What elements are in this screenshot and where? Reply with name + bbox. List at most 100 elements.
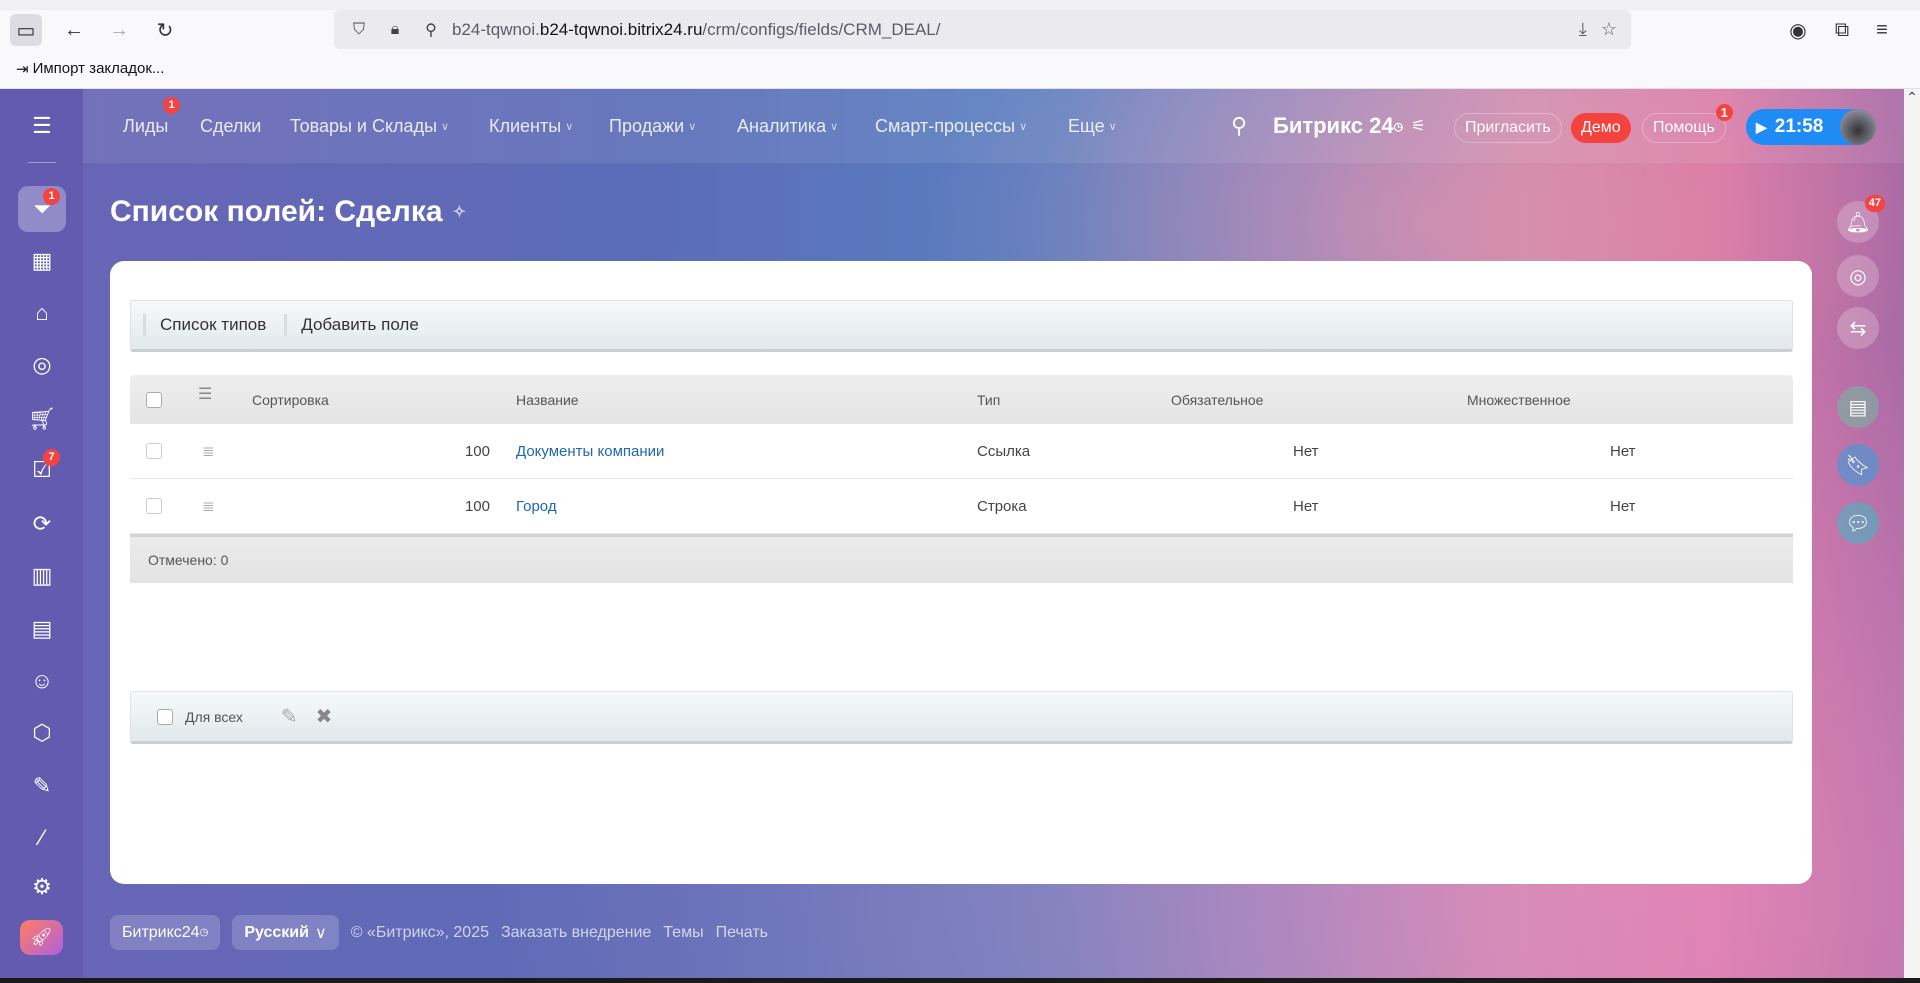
- top-nav: Лиды 1 Сделки Товары и Склады ∨ Клиенты ∨ П…: [83, 89, 1904, 163]
- menu-icon[interactable]: ≡: [1866, 14, 1898, 46]
- import-icon: ⇥: [16, 60, 29, 78]
- for-all-checkbox[interactable]: [157, 708, 173, 725]
- warehouse-icon[interactable]: ⌂: [18, 290, 66, 336]
- robot-icon[interactable]: ☺: [18, 658, 66, 704]
- nav-clients[interactable]: Клиенты ∨: [489, 89, 573, 163]
- help-button[interactable]: Помощь 1: [1642, 104, 1733, 143]
- bell-icon[interactable]: 🔔︎ 47: [1837, 195, 1885, 243]
- notifications-badge: 47: [1864, 195, 1885, 212]
- column-settings-icon[interactable]: ☰: [198, 369, 212, 418]
- grid-header: ☰ Сортировка Название Тип Обязательное М…: [130, 375, 1793, 424]
- calendar-icon[interactable]: ▦: [18, 238, 66, 284]
- nav-products[interactable]: Товары и Склады ∨: [290, 89, 449, 163]
- copilot-icon[interactable]: ◎: [1837, 255, 1879, 297]
- rocket-icon[interactable]: 🚀︎: [20, 920, 63, 955]
- row-checkbox[interactable]: [146, 443, 162, 459]
- edit-icon[interactable]: ✎: [281, 704, 298, 729]
- chevron-down-icon: ∨: [1108, 120, 1117, 133]
- content-card: Список типов Добавить поле ☰ Сортировка …: [110, 261, 1812, 884]
- row-menu-icon[interactable]: ≣: [202, 479, 215, 533]
- nav-deals[interactable]: Сделки: [200, 89, 261, 163]
- forward-icon[interactable]: →: [103, 14, 135, 46]
- analytics-icon[interactable]: ▥: [18, 553, 66, 599]
- cart-icon[interactable]: 🛒︎: [18, 396, 66, 442]
- nav-analytics[interactable]: Аналитика ∨: [737, 89, 838, 163]
- scrollbar[interactable]: ⌃: [1904, 89, 1920, 978]
- tasks-icon[interactable]: ☑ 7: [18, 447, 66, 493]
- settings-icon[interactable]: ⚙: [18, 864, 66, 910]
- chevron-down-icon: ∨: [1019, 120, 1028, 133]
- reload-icon[interactable]: ↻: [149, 14, 181, 46]
- cell-type: Ссылка: [977, 442, 1031, 460]
- type-list-button[interactable]: Список типов: [160, 315, 266, 335]
- pin-icon[interactable]: ✧: [453, 202, 466, 222]
- account-icon[interactable]: ◉: [1782, 14, 1814, 46]
- chat-sync-icon[interactable]: ⇆: [1837, 307, 1879, 349]
- grid-footer: Отмечено: 0: [130, 534, 1793, 583]
- row-menu-icon[interactable]: ≣: [202, 424, 215, 478]
- download-icon[interactable]: ⤓: [1579, 19, 1587, 40]
- add-field-button[interactable]: Добавить поле: [301, 315, 419, 335]
- bookmark-icon[interactable]: 🔖︎: [1837, 444, 1879, 486]
- target-icon[interactable]: ◎: [18, 342, 66, 388]
- header-name[interactable]: Название: [516, 375, 579, 424]
- invite-button[interactable]: Пригласить: [1454, 113, 1562, 143]
- footer: Битрикс24 ◷ Русский ∨ © «Битрикс», 2025 За…: [110, 915, 768, 950]
- extensions-icon[interactable]: ⧉: [1826, 14, 1858, 46]
- contact-card-icon[interactable]: ▤: [18, 606, 66, 652]
- back-icon[interactable]: ←: [58, 14, 90, 46]
- field-link[interactable]: Город: [516, 498, 557, 515]
- pin-tool-icon[interactable]: ⁄: [18, 815, 66, 861]
- demo-button[interactable]: Демо: [1571, 113, 1631, 143]
- language-select[interactable]: Русский ∨: [232, 915, 339, 950]
- bookmark-import[interactable]: Импорт закладок...: [33, 60, 165, 77]
- page-title: Список полей: Сделка ✧: [110, 195, 466, 228]
- cell-sort: 100: [464, 497, 490, 515]
- nav-leads[interactable]: Лиды 1: [123, 89, 180, 163]
- header-type[interactable]: Тип: [977, 375, 1000, 424]
- url-text: b24-tqwnoi.b24-tqwnoi.bitrix24.ru/crm/co…: [452, 19, 941, 39]
- crm-icon[interactable]: ⏷ 1: [18, 186, 66, 232]
- lock-icon: 🔒︎: [390, 20, 400, 38]
- header-sort[interactable]: Сортировка: [252, 375, 329, 424]
- cell-required: Нет: [1293, 442, 1319, 460]
- delete-icon[interactable]: ✖: [316, 704, 333, 729]
- bitrix-logo[interactable]: Битрикс 24 ◷ ⚟: [1273, 89, 1426, 163]
- feed-icon[interactable]: ▤: [1837, 386, 1879, 428]
- table-row[interactable]: ≣ 100 Документы компании Ссылка Нет Нет: [130, 424, 1793, 479]
- row-checkbox[interactable]: [146, 498, 162, 514]
- select-all-checkbox[interactable]: [146, 391, 162, 408]
- settings-sliders-icon[interactable]: ⚟: [1411, 116, 1425, 136]
- print-link[interactable]: Печать: [716, 924, 768, 942]
- avatar[interactable]: [1840, 109, 1876, 145]
- bitrix24-button[interactable]: Битрикс24 ◷: [110, 915, 221, 950]
- cell-type: Строка: [977, 497, 1027, 515]
- document-edit-icon[interactable]: ✎: [18, 763, 66, 809]
- tab-strip: [0, 0, 1920, 10]
- star-icon[interactable]: ☆: [1601, 19, 1617, 40]
- chevron-down-icon: ∨: [565, 120, 574, 133]
- order-link[interactable]: Заказать внедрение: [501, 924, 651, 942]
- menu-burger-icon[interactable]: ☰: [18, 103, 66, 149]
- themes-link[interactable]: Темы: [663, 924, 703, 942]
- nav-sales[interactable]: Продажи ∨: [609, 89, 696, 163]
- nav-more[interactable]: Еще ∨: [1068, 89, 1117, 163]
- field-link[interactable]: Документы компании: [516, 443, 664, 460]
- permissions-icon[interactable]: ⚲: [420, 20, 442, 40]
- header-required[interactable]: Обязательное: [1171, 375, 1263, 424]
- url-bar[interactable]: ⛉ 🔒︎ ⚲ b24-tqwnoi.b24-tqwnoi.bitrix24.ru…: [334, 10, 1631, 49]
- sidebar-toggle-icon[interactable]: ▭: [10, 14, 42, 46]
- cell-sort: 100: [464, 442, 490, 460]
- box-icon[interactable]: ⬡: [18, 710, 66, 756]
- checked-count: Отмечено: 0: [148, 552, 229, 568]
- nav-smart-processes[interactable]: Смарт-процессы ∨: [875, 89, 1027, 163]
- copyright: © «Битрикс», 2025: [350, 923, 489, 941]
- worktime-button[interactable]: ▶ 21:58: [1746, 109, 1876, 145]
- messages-icon[interactable]: 💬︎: [1837, 502, 1879, 544]
- chevron-down-icon: ∨: [688, 120, 697, 133]
- header-multiple[interactable]: Множественное: [1467, 375, 1571, 424]
- flow-icon[interactable]: ⟳: [18, 501, 66, 547]
- table-row[interactable]: ≣ 100 Город Строка Нет Нет: [130, 479, 1793, 534]
- search-icon[interactable]: ⚲: [1231, 89, 1247, 163]
- shield-icon: ⛉: [352, 20, 365, 38]
